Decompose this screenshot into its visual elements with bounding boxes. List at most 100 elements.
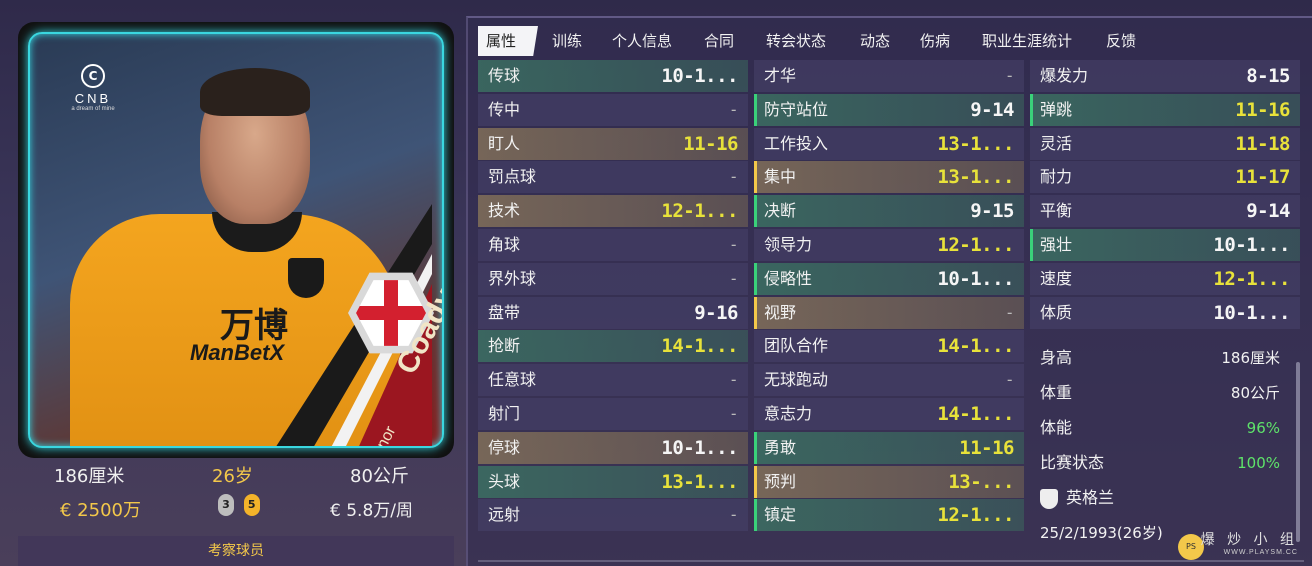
attribute-marker — [1030, 228, 1033, 261]
attribute-value: 8-15 — [1246, 65, 1290, 87]
stat-nation[interactable]: 英格兰 — [1040, 484, 1280, 512]
player-card-frame: 万博 ManBetX Coady Conor C CNB a dream of … — [28, 32, 444, 448]
attribute-row[interactable]: 无球跑动 - — [754, 364, 1024, 397]
tab-feedback[interactable]: 反馈 — [1098, 26, 1144, 56]
attribute-row[interactable]: 工作投入 13-1... — [754, 127, 1024, 160]
attribute-row[interactable]: 耐力 11-17 — [1030, 161, 1300, 194]
player-summary: 身高 186厘米 体重 80公斤 体能 96% 比赛状态 100% 英格兰 25… — [1030, 340, 1302, 560]
stat-height: 身高 186厘米 — [1040, 348, 1280, 367]
attribute-row[interactable]: 停球 10-1... — [478, 431, 748, 464]
attribute-value: - — [728, 167, 739, 187]
attribute-row[interactable]: 体质 10-1... — [1030, 296, 1300, 329]
attribute-name: 角球 — [488, 234, 521, 254]
right-foot-icon: 5 — [243, 494, 260, 516]
attribute-name: 弹跳 — [1040, 99, 1073, 119]
tab-training[interactable]: 训练 — [544, 26, 590, 56]
attribute-name: 界外球 — [488, 268, 537, 288]
attribute-row[interactable]: 平衡 9-14 — [1030, 195, 1300, 228]
watermark: 爆 炒 小 组 WWW.PLAYSM.CC — [1200, 532, 1298, 556]
stat-weight: 体重 80公斤 — [1040, 383, 1280, 402]
attribute-value: 9-16 — [694, 301, 738, 324]
attribute-name: 盯人 — [488, 133, 521, 153]
attribute-row[interactable]: 射门 - — [478, 397, 748, 430]
brand-tagline: a dream of mine — [71, 106, 115, 112]
attribute-value: 10-1... — [1213, 233, 1290, 256]
attribute-row[interactable]: 抢断 14-1... — [478, 330, 748, 363]
attribute-row[interactable]: 传球 10-1... — [478, 60, 748, 92]
attribute-row[interactable]: 意志力 14-1... — [754, 397, 1024, 430]
attribute-row[interactable]: 侵略性 10-1... — [754, 262, 1024, 295]
attribute-row[interactable]: 远射 - — [478, 499, 748, 532]
attribute-value: 14-1... — [937, 402, 1014, 425]
attribute-name: 镇定 — [764, 505, 797, 525]
attribute-name: 射门 — [488, 403, 521, 423]
attribute-row[interactable]: 头球 13-1... — [478, 465, 748, 498]
market-value: € 2500万 — [60, 500, 141, 521]
attribute-value: 10-1... — [661, 65, 738, 87]
attribute-row[interactable]: 灵活 11-18 — [1030, 127, 1300, 160]
tab-news[interactable]: 动态 — [852, 26, 898, 56]
attribute-value: 11-17 — [1235, 166, 1290, 189]
attribute-row[interactable]: 任意球 - — [478, 364, 748, 397]
attribute-name: 头球 — [488, 471, 521, 491]
tab-personal-info[interactable]: 个人信息 — [604, 26, 680, 56]
attribute-marker — [1030, 93, 1033, 126]
attribute-name: 速度 — [1040, 268, 1073, 288]
tab-career-stats[interactable]: 职业生涯统计 — [974, 26, 1080, 56]
attribute-row[interactable]: 角球 - — [478, 228, 748, 261]
attribute-value: - — [728, 370, 739, 390]
attribute-row[interactable]: 传中 - — [478, 93, 748, 126]
attribute-row[interactable]: 勇敢 11-16 — [754, 431, 1024, 464]
mental-attributes: 才华 - 防守站位 9-14 工作投入 13-1... 集中 13-1... 决断 9-15 领导力… — [754, 60, 1024, 533]
attribute-row[interactable]: 盘带 9-16 — [478, 296, 748, 329]
attribute-marker — [754, 161, 757, 194]
attribute-row[interactable]: 视野 - — [754, 296, 1024, 329]
attribute-row[interactable]: 决断 9-15 — [754, 195, 1024, 228]
attributes-panel: 属性 训练 个人信息 合同 转会状态 动态 伤病 职业生涯统计 反馈 传球 10-… — [466, 16, 1312, 566]
attribute-name: 体质 — [1040, 302, 1073, 322]
attribute-row[interactable]: 弹跳 11-16 — [1030, 93, 1300, 126]
attribute-row[interactable]: 强壮 10-1... — [1030, 228, 1300, 261]
attribute-marker — [754, 262, 757, 295]
attribute-row[interactable]: 镇定 12-1... — [754, 499, 1024, 532]
attribute-value: 12-1... — [1213, 267, 1290, 290]
attribute-marker — [754, 499, 757, 532]
nation-name: 英格兰 — [1066, 488, 1115, 507]
attribute-value: 14-1... — [661, 335, 738, 358]
summary-scrollbar[interactable] — [1296, 362, 1300, 542]
player-card: 万博 ManBetX Coady Conor C CNB a dream of … — [18, 22, 454, 458]
scout-player-button[interactable]: 考察球员 — [18, 536, 454, 566]
attribute-row[interactable]: 预判 13-... — [754, 465, 1024, 498]
attribute-row[interactable]: 团队合作 14-1... — [754, 330, 1024, 363]
attribute-marker — [754, 465, 757, 498]
attribute-row[interactable]: 盯人 11-16 — [478, 127, 748, 160]
tab-transfer-status[interactable]: 转会状态 — [758, 26, 834, 56]
tab-contract[interactable]: 合同 — [696, 26, 742, 56]
tab-injuries[interactable]: 伤病 — [912, 26, 958, 56]
attribute-row[interactable]: 界外球 - — [478, 262, 748, 295]
brand-logo: C CNB a dream of mine — [58, 64, 128, 112]
attribute-name: 工作投入 — [764, 133, 829, 153]
attribute-row[interactable]: 爆发力 8-15 — [1030, 60, 1300, 92]
tab-attributes[interactable]: 属性 — [478, 26, 538, 56]
attribute-value: 12-1... — [661, 200, 738, 223]
attribute-value: 9-14 — [1246, 200, 1290, 223]
attribute-row[interactable]: 集中 13-1... — [754, 161, 1024, 194]
attribute-row[interactable]: 才华 - — [754, 60, 1024, 92]
attribute-row[interactable]: 速度 12-1... — [1030, 262, 1300, 295]
attribute-value: 10-1... — [1213, 301, 1290, 324]
attribute-value: - — [728, 234, 739, 254]
wage-value: € 5.8万/周 — [330, 501, 413, 521]
attribute-row[interactable]: 技术 12-1... — [478, 195, 748, 228]
attribute-value: - — [728, 403, 739, 423]
attribute-row[interactable]: 防守站位 9-14 — [754, 93, 1024, 126]
attribute-value: - — [728, 505, 739, 525]
stat-fitness: 体能 96% — [1040, 418, 1280, 437]
weight-value: 80公斤 — [350, 466, 409, 487]
attribute-value: 13-1... — [937, 132, 1014, 155]
attribute-name: 视野 — [764, 302, 797, 322]
attribute-row[interactable]: 领导力 12-1... — [754, 228, 1024, 261]
attribute-name: 耐力 — [1040, 167, 1073, 187]
attribute-row[interactable]: 罚点球 - — [478, 161, 748, 194]
attribute-name: 罚点球 — [488, 167, 537, 187]
